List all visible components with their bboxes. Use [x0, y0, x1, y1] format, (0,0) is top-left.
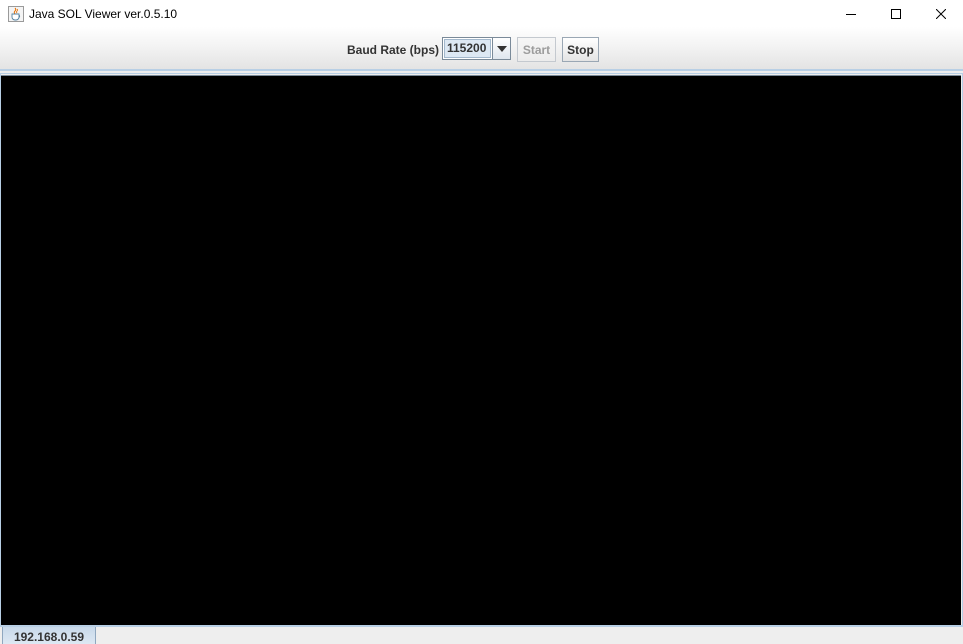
maximize-icon	[890, 8, 901, 19]
toolbar-divider	[0, 69, 963, 71]
chevron-down-icon	[496, 45, 507, 52]
app-window: Java SOL Viewer ver.0.5.10 Baud Rate (bp…	[0, 0, 963, 644]
title-bar[interactable]: Java SOL Viewer ver.0.5.10	[0, 0, 963, 27]
baud-rate-label: Baud Rate (bps)	[347, 43, 440, 57]
minimize-button[interactable]	[828, 0, 873, 27]
window-controls	[828, 0, 963, 27]
close-icon	[935, 8, 946, 19]
maximize-button[interactable]	[873, 0, 918, 27]
stop-button[interactable]: Stop	[562, 37, 599, 62]
close-button[interactable]	[918, 0, 963, 27]
start-button[interactable]: Start	[517, 37, 556, 62]
console-display[interactable]	[1, 75, 961, 625]
baud-rate-value[interactable]: 115200	[444, 39, 491, 58]
java-cup-icon[interactable]	[8, 5, 24, 22]
session-tab[interactable]: 192.168.0.59	[2, 627, 96, 644]
window-title: Java SOL Viewer ver.0.5.10	[29, 6, 178, 21]
dropdown-button[interactable]	[492, 38, 510, 59]
minimize-icon	[845, 13, 856, 15]
baud-rate-select[interactable]: 115200	[442, 37, 511, 60]
session-tab-strip: 192.168.0.59	[0, 626, 963, 644]
